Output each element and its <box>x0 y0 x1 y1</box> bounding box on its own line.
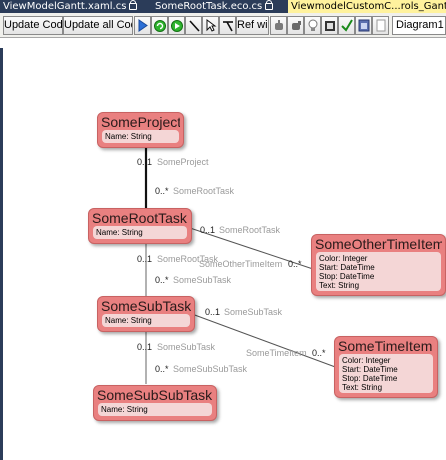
class-sometimeitem[interactable]: SomeTimeItem Color: Integer Start: DateT… <box>334 336 438 398</box>
class-attributes: Color: Integer Start: DateTime Stop: Dat… <box>339 354 433 393</box>
attribute: Text: String <box>342 383 383 392</box>
mult-subtask-subsub-end: 0..1 <box>137 342 153 352</box>
attribute: Start: DateTime <box>319 263 375 272</box>
role-subtask-end: SomeSubTask <box>173 275 232 285</box>
mult-timeitem-end: 0..* <box>312 348 326 358</box>
class-attributes: Name: String <box>98 403 212 416</box>
mult-subtask-end: 0..* <box>155 275 169 285</box>
association-subtask-timeitem[interactable] <box>191 313 339 369</box>
class-attributes: Name: String <box>93 226 187 239</box>
class-name: SomeSubTask <box>101 298 191 314</box>
attribute: Color: Integer <box>319 254 368 263</box>
attribute: Name: String <box>105 132 152 141</box>
role-timeitem-end: SomeTimeItem <box>246 348 307 358</box>
mult-subsubtask-end: 0..* <box>155 364 169 374</box>
attribute: Text: String <box>319 281 360 290</box>
attribute: Start: DateTime <box>342 365 398 374</box>
role-subsubtask-end: SomeSubSubTask <box>173 364 248 374</box>
mult-roottask-end: 0..* <box>155 186 169 196</box>
class-somesubtask[interactable]: SomeSubTask Name: String <box>97 296 195 332</box>
attribute: Stop: DateTime <box>342 374 398 383</box>
role-roottask-other-end: SomeRootTask <box>219 225 281 235</box>
class-someothertimeitem[interactable]: SomeOtherTimeItem Color: Integer Start: … <box>311 234 446 296</box>
attribute: Color: Integer <box>342 356 391 365</box>
attribute: Name: String <box>101 405 148 414</box>
mult-othertimeitem-end: 0..* <box>288 259 302 269</box>
attribute: Name: String <box>105 316 152 325</box>
mult-roottask-sub-end: 0..1 <box>137 254 153 264</box>
mult-roottask-other-end: 0..1 <box>200 225 216 235</box>
class-name: SomeRootTask <box>92 210 187 226</box>
class-attributes: Name: String <box>102 130 179 143</box>
class-name: SomeSubSubTask <box>97 387 213 403</box>
role-subtask-time-end: SomeSubTask <box>224 307 283 317</box>
role-project-end: SomeProject <box>157 157 209 167</box>
class-someproject[interactable]: SomeProject Name: String <box>97 112 184 148</box>
attribute: Stop: DateTime <box>319 272 375 281</box>
class-name: SomeProject <box>101 114 180 130</box>
class-somesubsubtask[interactable]: SomeSubSubTask Name: String <box>93 385 217 421</box>
class-attributes: Name: String <box>102 314 190 327</box>
class-name: SomeOtherTimeItem <box>315 236 442 252</box>
class-name: SomeTimeItem <box>338 338 433 354</box>
mult-project-end: 0..1 <box>137 157 153 167</box>
mult-subtask-time-end: 0..1 <box>205 307 221 317</box>
role-roottask-end: SomeRootTask <box>173 186 235 196</box>
class-someroottask[interactable]: SomeRootTask Name: String <box>88 208 192 244</box>
role-subtask-subsub-end: SomeSubTask <box>157 342 216 352</box>
role-roottask-sub-end: SomeRootTask <box>157 254 219 264</box>
class-attributes: Color: Integer Start: DateTime Stop: Dat… <box>316 252 441 291</box>
attribute: Name: String <box>96 228 143 237</box>
